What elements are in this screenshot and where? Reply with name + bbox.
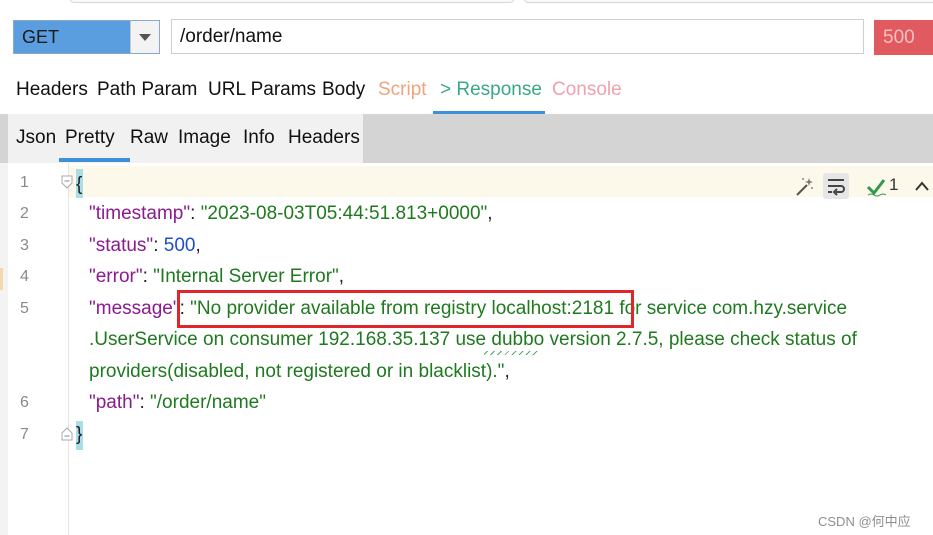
tab-image[interactable]: Image [178,126,231,150]
tab-script[interactable]: Script [378,78,427,102]
colon: : [153,235,164,256]
tab-raw[interactable]: Raw [130,126,168,150]
method-value: GET [14,21,130,53]
active-subtab-indicator [59,158,130,162]
colon: : [190,203,201,224]
chevron-down-icon[interactable] [130,21,159,53]
json-number-value: 500 [163,235,196,256]
method-select[interactable]: GET [13,20,160,54]
colon: : [142,266,154,287]
json-key: "error" [89,266,143,287]
code-line-7: } [76,423,82,447]
tab-path-param[interactable]: Path Param [97,78,197,102]
watermark: CSDN @何中应 [818,514,911,529]
wrap-lines-button[interactable] [823,173,849,199]
comma: , [195,235,201,256]
tab-response[interactable]: > Response [440,78,542,102]
highlight-annotation-box [177,290,634,328]
change-marker [0,268,3,290]
fold-end-icon[interactable] [60,427,74,441]
code-line-5-wrap-1: .UserService on consumer 192.168.35.137 … [89,328,857,352]
chevron-up-icon[interactable] [914,175,930,199]
response-view-tabs: Json Pretty Raw Image Info Headers [8,114,363,163]
tab-url-params[interactable]: URL Params [208,78,316,102]
match-count: 1 [889,175,899,194]
tab-json[interactable]: Json [16,126,56,150]
json-string-value: .UserService on consumer 192.168.35.137 … [89,329,857,350]
spellcheck-underline [484,351,539,355]
tab-console[interactable]: Console [552,78,622,102]
magic-wand-icon[interactable] [794,175,814,199]
comma: , [487,203,493,224]
tab-info[interactable]: Info [243,126,275,150]
tab-pretty[interactable]: Pretty [65,126,115,150]
json-string-value: "2023-08-03T05:44:51.813+0000" [200,203,488,224]
window-tab[interactable] [524,0,933,3]
json-string-value: providers(disabled, not registered or in… [89,361,505,382]
line-number: 2 [20,205,29,222]
line-number: 5 [20,300,29,317]
fold-collapse-icon[interactable] [60,175,74,189]
json-string-value: "Internal Server Error" [153,266,339,287]
code-line-1: { [76,173,82,197]
check-icon [866,179,886,197]
line-number: 7 [20,426,29,443]
url-input[interactable]: /order/name [171,19,864,54]
line-number: 1 [20,174,29,191]
json-key: "status" [89,235,154,256]
line-gutter: 1 2 3 4 5 6 7 [8,163,69,535]
code-line-2: "timestamp": "2023-08-03T05:44:51.813+00… [89,202,493,226]
status-code-badge: 500 [874,20,933,55]
line-number: 6 [20,394,29,411]
comma: , [504,361,510,382]
left-panel-edge [0,163,8,535]
line-number: 4 [20,268,29,285]
tab-headers[interactable]: Headers [16,78,88,102]
window-tab-strip [0,0,933,10]
tab-response-headers[interactable]: Headers [288,126,360,150]
json-string-value: "/order/name" [150,392,266,413]
window-tab[interactable] [70,0,514,3]
code-line-3: "status": 500, [89,234,201,258]
wrap-lines-icon [828,179,845,196]
response-view-bar: Json Pretty Raw Image Info Headers [0,114,933,163]
line-number: 3 [20,237,29,254]
open-brace: { [76,174,83,195]
close-brace: } [76,424,83,445]
request-tabs: Headers Path Param URL Params Body Scrip… [0,70,933,114]
code-line-6: "path": "/order/name" [89,391,266,415]
code-line-5-wrap-2: providers(disabled, not registered or in… [89,360,510,384]
tab-body[interactable]: Body [322,78,365,102]
json-key: "message" [89,298,180,319]
json-key: "timestamp" [89,203,191,224]
comma: , [338,266,345,287]
json-key: "path" [89,392,140,413]
colon: : [139,392,151,413]
code-line-4: "error": "Internal Server Error", [89,265,344,289]
